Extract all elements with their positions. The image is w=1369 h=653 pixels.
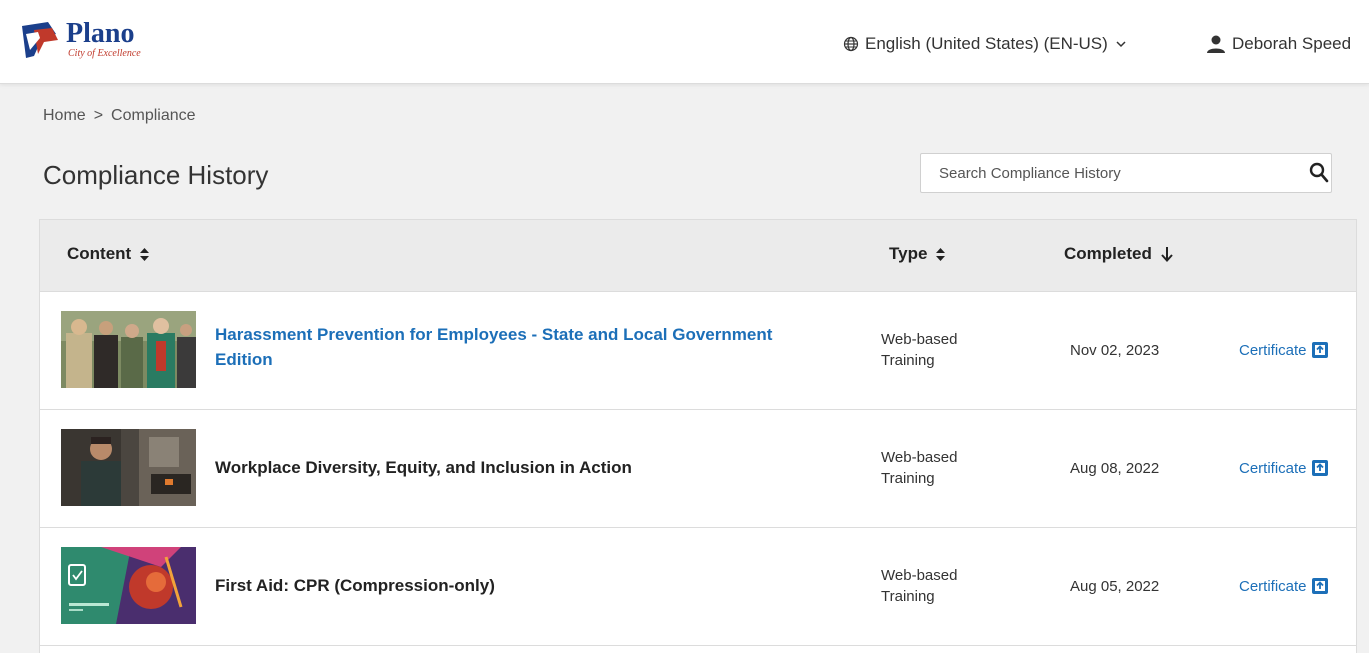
sort-icon (936, 247, 946, 261)
column-label-type: Type (889, 244, 928, 263)
course-title[interactable]: Workplace Diversity, Equity, and Inclusi… (215, 455, 815, 480)
breadcrumb-home[interactable]: Home (43, 107, 86, 125)
completed-date: Aug 08, 2022 (1070, 460, 1160, 477)
course-title[interactable]: First Aid: CPR (Compression-only) (215, 573, 815, 598)
presenter-in-warehouse-photo (61, 429, 196, 506)
top-bar: Plano City of Excellence English (United… (0, 0, 1369, 84)
heart-illustration-card (61, 547, 196, 624)
user-name: Deborah Speed (1232, 34, 1352, 53)
column-header-completed[interactable]: Completed (1064, 244, 1174, 264)
group-of-employees-photo (61, 311, 196, 388)
search-input[interactable] (921, 164, 1281, 182)
course-title-link[interactable]: Harassment Prevention for Employees - St… (215, 322, 815, 372)
course-type: Web-based Training (881, 447, 991, 489)
column-header-content[interactable]: Content (67, 244, 150, 264)
course-type-line: Web-based (881, 331, 958, 348)
certificate-link[interactable]: Certificate (1239, 341, 1329, 359)
search-box (920, 153, 1332, 193)
logo-name: Plano (66, 18, 135, 49)
search-icon[interactable] (1309, 162, 1329, 184)
certificate-label: Certificate (1239, 459, 1307, 477)
certificate-label: Certificate (1239, 577, 1307, 595)
certificate-link[interactable]: Certificate (1239, 459, 1329, 477)
globe-icon (843, 36, 859, 52)
compliance-history-table: Content Type Completed Harassment Preven… (39, 219, 1357, 653)
certificate-link[interactable]: Certificate (1239, 577, 1329, 595)
course-type-line: Training (881, 352, 935, 369)
page-title: Compliance History (43, 160, 269, 190)
course-thumbnail[interactable] (61, 547, 196, 624)
column-label-completed: Completed (1064, 244, 1152, 263)
plano-logo[interactable]: Plano City of Excellence (18, 20, 141, 66)
course-thumbnail[interactable] (61, 429, 196, 506)
open-external-icon (1311, 342, 1328, 358)
table-row: Harassment Prevention for Employees - St… (40, 292, 1356, 410)
certificate-label: Certificate (1239, 341, 1307, 359)
arrow-down-icon (1161, 247, 1173, 262)
course-type-line: Training (881, 588, 935, 605)
breadcrumb: Home > Compliance (43, 107, 196, 125)
breadcrumb-separator: > (93, 107, 104, 124)
open-external-icon (1311, 578, 1328, 594)
chevron-down-icon (1116, 41, 1126, 48)
course-thumbnail[interactable] (61, 311, 196, 388)
course-type-line: Web-based (881, 567, 958, 584)
course-type-line: Web-based (881, 449, 958, 466)
table-row: Workplace Diversity, Equity, and Inclusi… (40, 410, 1356, 528)
table-header: Content Type Completed (40, 220, 1356, 292)
table-row: First Aid: CPR (Compression-only) Web-ba… (40, 528, 1356, 646)
language-label: English (United States) (EN-US) (865, 34, 1108, 53)
user-icon (1207, 35, 1225, 53)
course-type: Web-based Training (881, 329, 991, 371)
plano-flag-logo-icon (22, 22, 58, 58)
open-external-icon (1311, 460, 1328, 476)
completed-date: Nov 02, 2023 (1070, 342, 1160, 359)
logo-tagline: City of Excellence (68, 48, 141, 59)
course-type: Web-based Training (881, 565, 991, 607)
breadcrumb-current: Compliance (111, 107, 196, 124)
column-header-type[interactable]: Type (889, 244, 946, 264)
language-selector[interactable]: English (United States) (EN-US) (843, 34, 1128, 54)
sort-icon (140, 247, 150, 261)
course-type-line: Training (881, 470, 935, 487)
completed-date: Aug 05, 2022 (1070, 578, 1160, 595)
column-label-content: Content (67, 244, 132, 263)
user-menu[interactable]: Deborah Speed (1206, 34, 1369, 54)
